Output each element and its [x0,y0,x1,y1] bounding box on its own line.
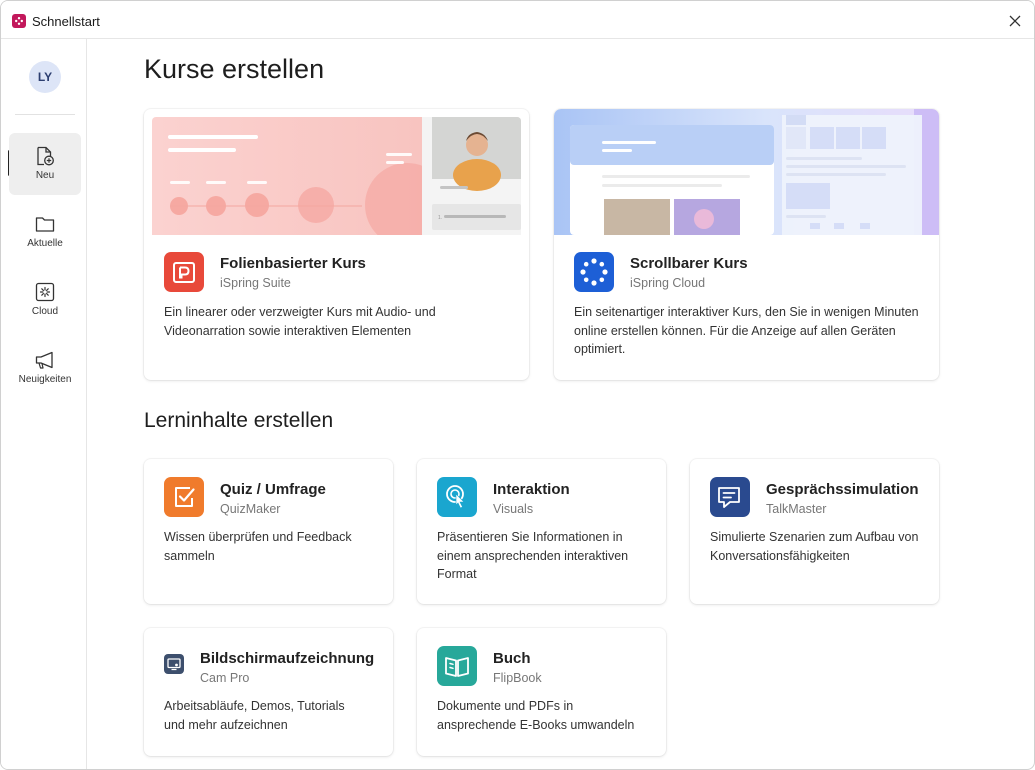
card-title: Scrollbarer Kurs [630,255,748,272]
content-card-book[interactable]: Buch FlipBook Dokumente und PDFs in ansp… [417,628,666,756]
sidebar-item-label: Cloud [31,306,59,317]
avatar[interactable]: LY [29,61,61,93]
slide-course-preview: 1. [152,117,521,235]
card-subtitle: iSpring Cloud [630,276,706,290]
sidebar-item-label: Neuigkeiten [18,374,72,385]
card-description: Simulierte Szenarien zum Aufbau von Konv… [710,530,919,563]
sidebar-item-cloud[interactable]: Cloud [9,269,81,331]
content-card-quiz[interactable]: Quiz / Umfrage QuizMaker Wissen überprüf… [144,459,393,604]
chat-bubble-icon [710,477,750,517]
card-description: Dokumente und PDFs in ansprechende E-Boo… [437,699,635,732]
touch-interaction-icon [437,477,477,517]
sidebar-item-new[interactable]: Neu [9,133,81,195]
sidebar-item-news[interactable]: Neuigkeiten [9,337,81,399]
card-subtitle: FlipBook [493,671,542,685]
close-icon [1009,15,1021,27]
section-heading-content: Lerninhalte erstellen [144,409,334,432]
content-card-conversation[interactable]: Gesprächssimulation TalkMaster Simuliert… [690,459,939,604]
title-bar: Schnellstart [1,1,1034,39]
card-subtitle: Cam Pro [200,671,250,685]
card-title: Bildschirmaufzeichnung [200,650,375,667]
app-logo-icon [12,14,26,28]
card-subtitle: Visuals [493,502,534,516]
section-heading-courses: Kurse erstellen [144,54,325,84]
sidebar-item-recent[interactable]: Aktuelle [9,201,81,263]
quiz-check-icon [164,477,204,517]
course-card-slide-based[interactable]: 1. Folienbasierter Kurs iSpring Suite Ei… [144,109,529,380]
content-card-screen-recording[interactable]: Bildschirmaufzeichnung Cam Pro Arbeitsab… [144,628,393,756]
close-button[interactable] [1004,10,1026,32]
screen-record-icon [164,654,184,674]
megaphone-icon [35,351,53,369]
card-title: Folienbasierter Kurs [220,255,366,272]
book-icon [437,646,477,686]
sidebar-item-label: Neu [35,170,55,181]
content-card-interaction[interactable]: Interaktion Visuals Präsentieren Sie Inf… [417,459,666,604]
course-card-scrollable[interactable]: Scrollbarer Kurs iSpring Cloud Ein seite… [554,109,939,380]
card-title: Quiz / Umfrage [220,481,326,498]
sidebar: LY Neu Aktuelle Cloud Neuigkeiten [1,39,87,769]
card-description: Ein seitenartiger interaktiver Kurs, den… [574,305,919,356]
card-subtitle: iSpring Suite [220,276,291,290]
folder-icon [35,217,55,232]
card-subtitle: QuizMaker [220,502,281,516]
quickstart-window: Schnellstart LY Neu Aktuelle Cloud Neuig… [0,0,1035,770]
presentation-icon [164,252,204,292]
card-description: Präsentieren Sie Informationen in einem … [437,530,629,581]
sidebar-item-label: Aktuelle [27,238,63,249]
card-description: Arbeitsabläufe, Demos, Tutorials und meh… [164,699,345,732]
cloud-icon [35,282,55,302]
sidebar-divider [15,114,75,115]
card-title: Gesprächssimulation [766,481,919,498]
scroll-course-preview [554,109,939,235]
spring-cloud-icon [574,252,614,292]
new-file-icon [37,146,54,166]
window-title: Schnellstart [32,14,100,29]
preview-list-number: 1. [438,215,442,221]
card-title: Buch [493,650,531,667]
card-title: Interaktion [493,481,570,498]
card-description: Wissen überprüfen und Feedback sammeln [164,530,352,563]
main-content: Kurse erstellen 1. Folienbasierter Kurs … [87,39,1034,769]
card-description: Ein linearer oder verzweigter Kurs mit A… [164,305,436,338]
card-subtitle: TalkMaster [766,502,827,516]
